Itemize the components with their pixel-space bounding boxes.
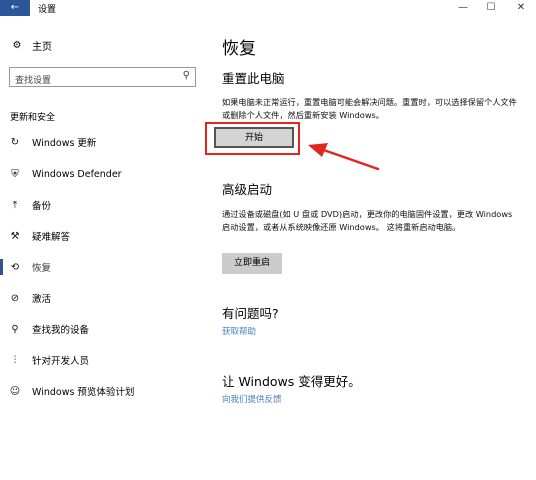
sidebar-item-troubleshoot[interactable]: ⚒ 疑难解答 <box>0 224 205 248</box>
refresh-icon: ↻ <box>10 136 20 148</box>
home-label: 主页 <box>32 42 52 53</box>
sidebar-item-label: 查找我的设备 <box>32 325 90 336</box>
maximize-icon: ☐ <box>486 2 496 13</box>
maximize-button[interactable]: ☐ <box>476 0 506 16</box>
person-device-icon: ⚲ <box>11 323 19 335</box>
advanced-startup-description: 通过设备或磁盘(如 U 盘或 DVD)启动，更改你的电脑固件设置，更改 Wind… <box>222 209 513 232</box>
insider-icon: ☺ <box>9 385 21 397</box>
developer-icon: ⫶ <box>13 354 17 366</box>
sidebar-item-windows-defender[interactable]: ⛨ Windows Defender <box>0 162 205 186</box>
search-input[interactable] <box>10 72 170 90</box>
close-icon: ✕ <box>516 2 526 13</box>
sidebar-home[interactable]: ⚙ 主页 <box>10 38 52 53</box>
shield-icon: ⛨ <box>11 168 19 180</box>
close-button[interactable]: ✕ <box>506 0 536 16</box>
window-title: 设置 <box>38 5 57 15</box>
sidebar-item-label: 恢复 <box>32 263 52 274</box>
sidebar-item-insider-program[interactable]: ☺ Windows 预览体验计划 <box>0 379 205 403</box>
back-button[interactable]: ← <box>0 0 30 16</box>
sidebar-section-title: 更新和安全 <box>10 113 56 123</box>
restart-now-button[interactable]: 立即重启 <box>222 253 282 274</box>
active-indicator <box>0 259 3 275</box>
sidebar-item-label: Windows Defender <box>32 168 122 180</box>
sidebar-item-activation[interactable]: ⊘ 激活 <box>0 286 205 310</box>
search-icon[interactable]: ⚲ <box>183 70 190 81</box>
title-bar: ← 设置 — ☐ ✕ <box>0 0 536 16</box>
sidebar-item-label: 激活 <box>32 294 52 305</box>
minimize-icon: — <box>458 2 468 13</box>
page-title: 恢复 <box>222 39 256 59</box>
reset-description: 如果电脑未正常运行，重置电脑可能会解决问题。重置时，可以选择保留个人文件或删除个… <box>222 97 517 120</box>
help-heading: 有问题吗? <box>222 306 279 321</box>
reset-heading: 重置此电脑 <box>222 71 285 86</box>
sidebar-item-label: Windows 预览体验计划 <box>32 387 135 398</box>
search-box: ⚲ <box>9 67 196 90</box>
gear-icon: ⚙ <box>12 40 22 51</box>
feedback-heading: 让 Windows 变得更好。 <box>222 374 361 389</box>
sidebar: ⚙ 主页 ⚲ 更新和安全 ↻ Windows 更新 ⛨ Windows Defe… <box>0 16 205 480</box>
sidebar-item-label: 针对开发人员 <box>32 356 90 367</box>
wrench-icon: ⚒ <box>10 230 20 242</box>
sidebar-item-recovery[interactable]: ⟲ 恢复 <box>0 255 205 279</box>
sidebar-item-for-developers[interactable]: ⫶ 针对开发人员 <box>0 348 205 372</box>
main-content: 恢复 重置此电脑 如果电脑未正常运行，重置电脑可能会解决问题。重置时，可以选择保… <box>205 16 536 480</box>
backup-icon: ⤒ <box>12 199 18 211</box>
minimize-button[interactable]: — <box>448 0 478 16</box>
sidebar-item-windows-update[interactable]: ↻ Windows 更新 <box>0 130 205 154</box>
check-circle-icon: ⊘ <box>10 292 20 304</box>
sidebar-item-find-my-device[interactable]: ⚲ 查找我的设备 <box>0 317 205 341</box>
recovery-icon: ⟲ <box>10 261 20 273</box>
feedback-link[interactable]: 向我们提供反馈 <box>222 393 282 405</box>
reset-start-button[interactable]: 开始 <box>214 127 294 148</box>
get-help-link[interactable]: 获取帮助 <box>222 325 256 337</box>
sidebar-item-backup[interactable]: ⤒ 备份 <box>0 193 205 217</box>
sidebar-item-label: 备份 <box>32 201 52 212</box>
sidebar-item-label: Windows 更新 <box>32 138 97 149</box>
advanced-startup-heading: 高级启动 <box>222 182 273 197</box>
back-arrow-icon: ← <box>10 2 20 13</box>
sidebar-item-label: 疑难解答 <box>32 232 71 243</box>
